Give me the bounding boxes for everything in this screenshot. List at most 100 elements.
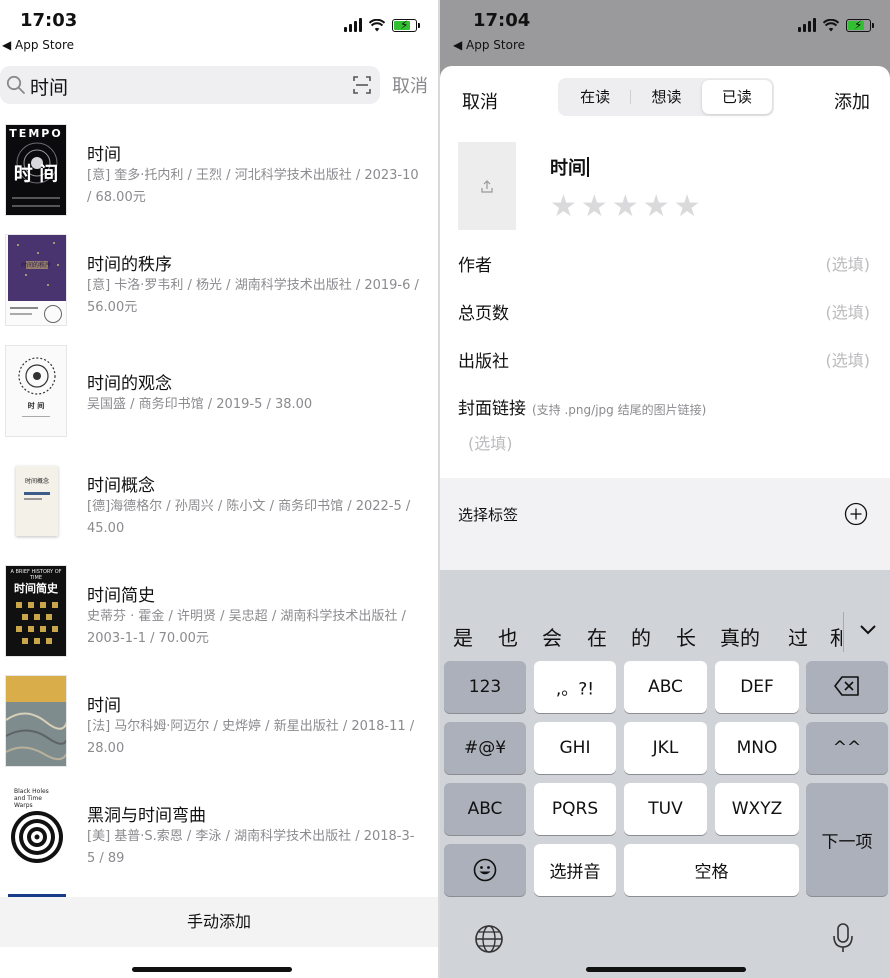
book-title-input[interactable]: 时间 xyxy=(550,154,589,180)
microphone-icon[interactable] xyxy=(832,922,854,954)
candidate-word[interactable]: 的 xyxy=(631,622,651,651)
publisher-input[interactable]: (选填) xyxy=(826,347,871,371)
cellular-signal-icon xyxy=(344,18,362,32)
tuv-key[interactable]: TUV xyxy=(624,783,707,835)
cellular-signal-icon xyxy=(798,18,816,32)
cover-link-field: 封面链接 (支持 .png/jpg 结尾的图片链接) xyxy=(458,394,706,419)
page-count-field[interactable]: 总页数 (选填) xyxy=(458,296,870,326)
home-indicator[interactable] xyxy=(132,967,292,972)
star-icon[interactable]: ★ xyxy=(643,190,670,224)
chevron-down-icon[interactable] xyxy=(858,622,878,636)
star-icon[interactable]: ★ xyxy=(612,190,639,224)
tag-selector[interactable]: 选择标签 xyxy=(440,478,890,570)
space-key[interactable]: 空格 xyxy=(624,844,799,896)
candidate-word[interactable]: 真的 xyxy=(720,622,760,651)
segment-want-to-read[interactable]: 想读 xyxy=(631,80,701,114)
star-icon[interactable]: ★ xyxy=(581,190,608,224)
book-cover-image xyxy=(5,675,67,767)
segment-read[interactable]: 已读 xyxy=(701,80,772,114)
home-indicator[interactable] xyxy=(586,967,746,972)
key-label: ABC xyxy=(467,799,503,819)
next-field-key[interactable]: 下一项 xyxy=(806,783,888,896)
candidate-word[interactable]: 长 xyxy=(676,622,696,651)
segment-reading[interactable]: 在读 xyxy=(560,80,630,114)
mno-key[interactable]: MNO xyxy=(715,722,799,774)
search-cancel-button[interactable]: 取消 xyxy=(392,72,428,98)
barcode-scan-icon[interactable] xyxy=(352,75,372,95)
status-time: 17:03 xyxy=(20,10,78,31)
globe-icon[interactable] xyxy=(474,924,504,954)
cover-art xyxy=(16,602,58,644)
cover-art xyxy=(6,702,66,766)
book-meta: [意] 奎多·托内利 / 王烈 / 河北科学技术出版社 / 2023-10 / … xyxy=(87,168,419,205)
key-label: DEF xyxy=(740,677,774,697)
book-cover-image: 时间概念 xyxy=(5,455,67,547)
candidate-word[interactable]: 是 xyxy=(453,622,473,651)
key-label: 空格 xyxy=(694,862,729,883)
key-label: 下一项 xyxy=(821,832,873,852)
wifi-icon xyxy=(823,18,839,31)
back-to-app-store-link[interactable]: ◀ App Store xyxy=(2,38,74,52)
cover-text: TEMPO xyxy=(9,127,63,140)
jkl-key[interactable]: JKL xyxy=(624,722,707,774)
wifi-icon xyxy=(369,18,385,31)
emoji-key[interactable] xyxy=(444,844,526,896)
star-icon[interactable]: ★ xyxy=(674,190,701,224)
candidate-word[interactable]: 过 xyxy=(788,622,808,651)
cover-link-input[interactable]: (选填) xyxy=(468,430,513,454)
book-title: 时间的秩序 xyxy=(87,255,172,275)
add-book-sheet: 取消 在读 想读 已读 添加 时间 ★ ★ ★ ★ ★ 作者 (选填) 总页数 … xyxy=(440,66,890,570)
choose-pinyin-key[interactable]: 选拼音 xyxy=(534,844,616,896)
book-title: 时间 xyxy=(87,696,121,716)
add-tag-icon[interactable] xyxy=(844,502,868,526)
rating-stars[interactable]: ★ ★ ★ ★ ★ xyxy=(550,190,701,224)
abc-key[interactable]: ABC xyxy=(624,661,707,713)
book-meta: [意] 卡洛·罗韦利 / 杨光 / 湖南科学技术出版社 / 2019-6 / 5… xyxy=(87,278,419,315)
author-input[interactable]: (选填) xyxy=(826,251,871,275)
candidate-word[interactable]: 会 xyxy=(542,622,562,651)
cancel-button[interactable]: 取消 xyxy=(462,88,498,114)
pinyin-keyboard: 是 也 会 在 的 长 真的 过 和 123 ,。?! ABC DEF #@¥ … xyxy=(440,570,890,978)
ghi-key[interactable]: GHI xyxy=(534,722,616,774)
star-icon[interactable]: ★ xyxy=(550,190,577,224)
candidate-word[interactable]: 和 xyxy=(830,622,842,651)
cover-text: 时间简史 xyxy=(14,582,58,595)
search-bar[interactable]: 时间 xyxy=(0,66,380,104)
book-meta: [德]海德格尔 / 孙周兴 / 陈小文 / 商务印书馆 / 2022-5 / 4… xyxy=(87,499,411,536)
english-mode-key[interactable]: ABC xyxy=(444,783,526,835)
key-label: WXYZ xyxy=(731,799,783,819)
author-field[interactable]: 作者 (选填) xyxy=(458,248,870,278)
back-to-app-store-link[interactable]: ◀ App Store xyxy=(453,38,525,52)
tags-label: 选择标签 xyxy=(458,506,519,524)
book-cover-image: Black Holes and Time Warps xyxy=(5,785,67,877)
punctuation-key[interactable]: ,。?! xyxy=(534,661,616,713)
def-key[interactable]: DEF xyxy=(715,661,799,713)
manual-add-button[interactable]: 手动添加 xyxy=(0,897,438,947)
key-label: 123 xyxy=(468,677,502,697)
cover-text: 时间的秩序 xyxy=(20,262,51,269)
wxyz-key[interactable]: WXYZ xyxy=(715,783,799,835)
search-icon xyxy=(6,75,25,94)
search-input[interactable]: 时间 xyxy=(30,73,68,100)
numbers-key[interactable]: 123 xyxy=(444,661,526,713)
delete-key[interactable] xyxy=(806,661,888,713)
book-meta: 史蒂芬 · 霍金 / 许明贤 / 吴忠超 / 湖南科学技术出版社 / 2003-… xyxy=(87,609,406,646)
key-label: PQRS xyxy=(551,799,599,819)
field-label: 总页数 xyxy=(458,304,509,324)
text-caret xyxy=(587,157,589,177)
candidate-word[interactable]: 也 xyxy=(498,622,518,651)
book-cover-image: 时 间 xyxy=(5,345,67,437)
cover-upload-button[interactable] xyxy=(458,142,516,230)
pqrs-key[interactable]: PQRS xyxy=(534,783,616,835)
book-cover-image: 时间的秩序 xyxy=(5,234,67,326)
candidate-word[interactable]: 在 xyxy=(587,622,607,651)
cover-text: Black Holes and Time Warps xyxy=(14,788,49,809)
add-button[interactable]: 添加 xyxy=(834,88,870,114)
book-title: 时间的观念 xyxy=(87,374,172,394)
page-count-input[interactable]: (选填) xyxy=(826,299,871,323)
key-label: GHI xyxy=(559,738,591,758)
field-label: 作者 xyxy=(458,256,492,276)
emoticon-key[interactable]: ^^ xyxy=(806,722,888,774)
publisher-field[interactable]: 出版社 (选填) xyxy=(458,344,870,374)
symbols-key[interactable]: #@¥ xyxy=(444,722,526,774)
